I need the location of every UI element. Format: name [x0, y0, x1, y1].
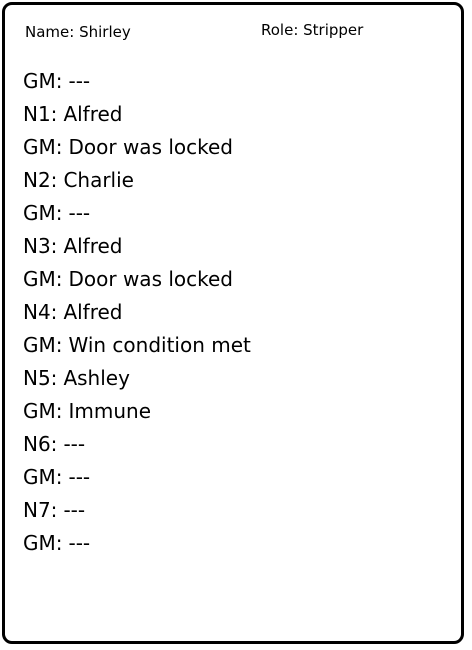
log-line: GM: Door was locked [23, 133, 251, 166]
log-value: Ashley [63, 366, 130, 390]
player-name: Name: Shirley [25, 23, 131, 41]
log-line: GM: --- [23, 529, 251, 562]
log-line: N7: --- [23, 496, 251, 529]
log-key: GM: [23, 465, 63, 489]
log-key: N2: [23, 168, 58, 192]
log-line: N4: Alfred [23, 298, 251, 331]
log-value: --- [68, 69, 91, 93]
log-key: N1: [23, 102, 58, 126]
log-line: N2: Charlie [23, 166, 251, 199]
log-line: N6: --- [23, 430, 251, 463]
log-line: GM: Immune [23, 397, 251, 430]
log-key: GM: [23, 531, 63, 555]
log-line: N1: Alfred [23, 100, 251, 133]
log-value: --- [63, 498, 86, 522]
log-key: N4: [23, 300, 58, 324]
player-role: Role: Stripper [261, 21, 364, 39]
log-value: Alfred [63, 300, 123, 324]
log-value: --- [68, 201, 91, 225]
night-log: GM: --- N1: Alfred GM: Door was locked N… [23, 67, 251, 562]
log-line: GM: --- [23, 463, 251, 496]
log-key: GM: [23, 201, 63, 225]
log-key: N3: [23, 234, 58, 258]
log-value: Alfred [63, 234, 123, 258]
log-line: GM: --- [23, 199, 251, 232]
role-card: Name: Shirley Role: Stripper GM: --- N1:… [2, 2, 464, 644]
log-value: Alfred [63, 102, 123, 126]
log-value: --- [63, 432, 86, 456]
log-key: GM: [23, 399, 63, 423]
log-key: N7: [23, 498, 58, 522]
log-line: GM: --- [23, 67, 251, 100]
log-key: GM: [23, 333, 63, 357]
log-value: --- [68, 465, 91, 489]
log-value: Immune [68, 399, 152, 423]
log-key: N6: [23, 432, 58, 456]
log-line: GM: Door was locked [23, 265, 251, 298]
log-line: N5: Ashley [23, 364, 251, 397]
log-key: GM: [23, 135, 63, 159]
log-key: N5: [23, 366, 58, 390]
log-value: Win condition met [68, 333, 251, 357]
log-line: GM: Win condition met [23, 331, 251, 364]
log-value: Door was locked [68, 267, 234, 291]
log-line: N3: Alfred [23, 232, 251, 265]
log-value: Door was locked [68, 135, 234, 159]
log-value: --- [68, 531, 91, 555]
log-value: Charlie [63, 168, 134, 192]
log-key: GM: [23, 69, 63, 93]
log-key: GM: [23, 267, 63, 291]
